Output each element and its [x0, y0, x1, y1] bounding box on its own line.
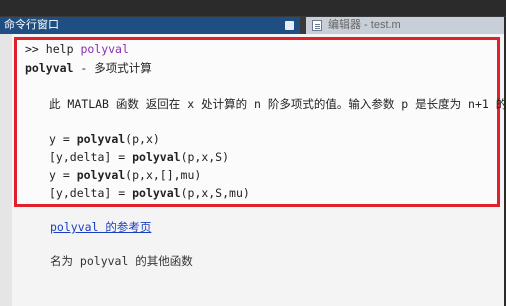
syntax-line-2: [y,delta] = polyval(p,x,S): [49, 150, 229, 164]
help-description: 此 MATLAB 函数 返回在 x 处计算的 n 阶多项式的值。输入参数 p 是…: [49, 97, 506, 111]
help-title-name: polyval: [25, 61, 74, 75]
panel-menu-icon[interactable]: [285, 21, 294, 30]
syntax-function: polyval: [132, 150, 181, 164]
syntax-lhs: [y,delta] =: [49, 150, 133, 164]
syntax-args: (p,x,S,mu): [180, 186, 250, 200]
syntax-lhs: y =: [49, 168, 77, 182]
syntax-line-1: y = polyval(p,x): [49, 132, 160, 146]
command-text: help: [45, 42, 74, 56]
syntax-lhs: y =: [49, 132, 77, 146]
help-title: polyval - 多项式计算: [25, 60, 152, 76]
help-title-desc: - 多项式计算: [73, 61, 152, 75]
help-output-highlight: >> help polyval polyval - 多项式计算 此 MATLAB…: [14, 37, 506, 207]
editor-tab[interactable]: 编辑器 - test.m: [306, 17, 504, 34]
syntax-line-3: y = polyval(p,x,[],mu): [49, 168, 201, 182]
reference-page-link[interactable]: polyval 的参考页: [50, 219, 151, 235]
command-prompt: >>: [25, 42, 39, 56]
syntax-function: polyval: [132, 186, 181, 200]
syntax-args: (p,x): [125, 132, 160, 146]
command-window-tab[interactable]: 命令行窗口: [0, 17, 300, 34]
syntax-args: (p,x,S): [180, 150, 230, 164]
command-window-title: 命令行窗口: [4, 19, 59, 31]
syntax-lhs: [y,delta] =: [49, 186, 133, 200]
left-gutter: [0, 34, 12, 306]
syntax-args: (p,x,[],mu): [125, 168, 202, 182]
syntax-function: polyval: [76, 132, 126, 146]
editor-tab-label: 编辑器 - test.m: [328, 19, 401, 31]
command-argument: polyval: [80, 42, 129, 56]
window-frame-top: [0, 0, 506, 16]
command-line: >> help polyval: [25, 42, 129, 56]
document-icon: [312, 20, 322, 31]
other-functions-text: 名为 polyval 的其他函数: [50, 254, 193, 268]
syntax-function: polyval: [76, 168, 126, 182]
syntax-line-4: [y,delta] = polyval(p,x,S,mu): [49, 186, 250, 200]
command-window-panel[interactable]: >> help polyval polyval - 多项式计算 此 MATLAB…: [0, 34, 506, 306]
